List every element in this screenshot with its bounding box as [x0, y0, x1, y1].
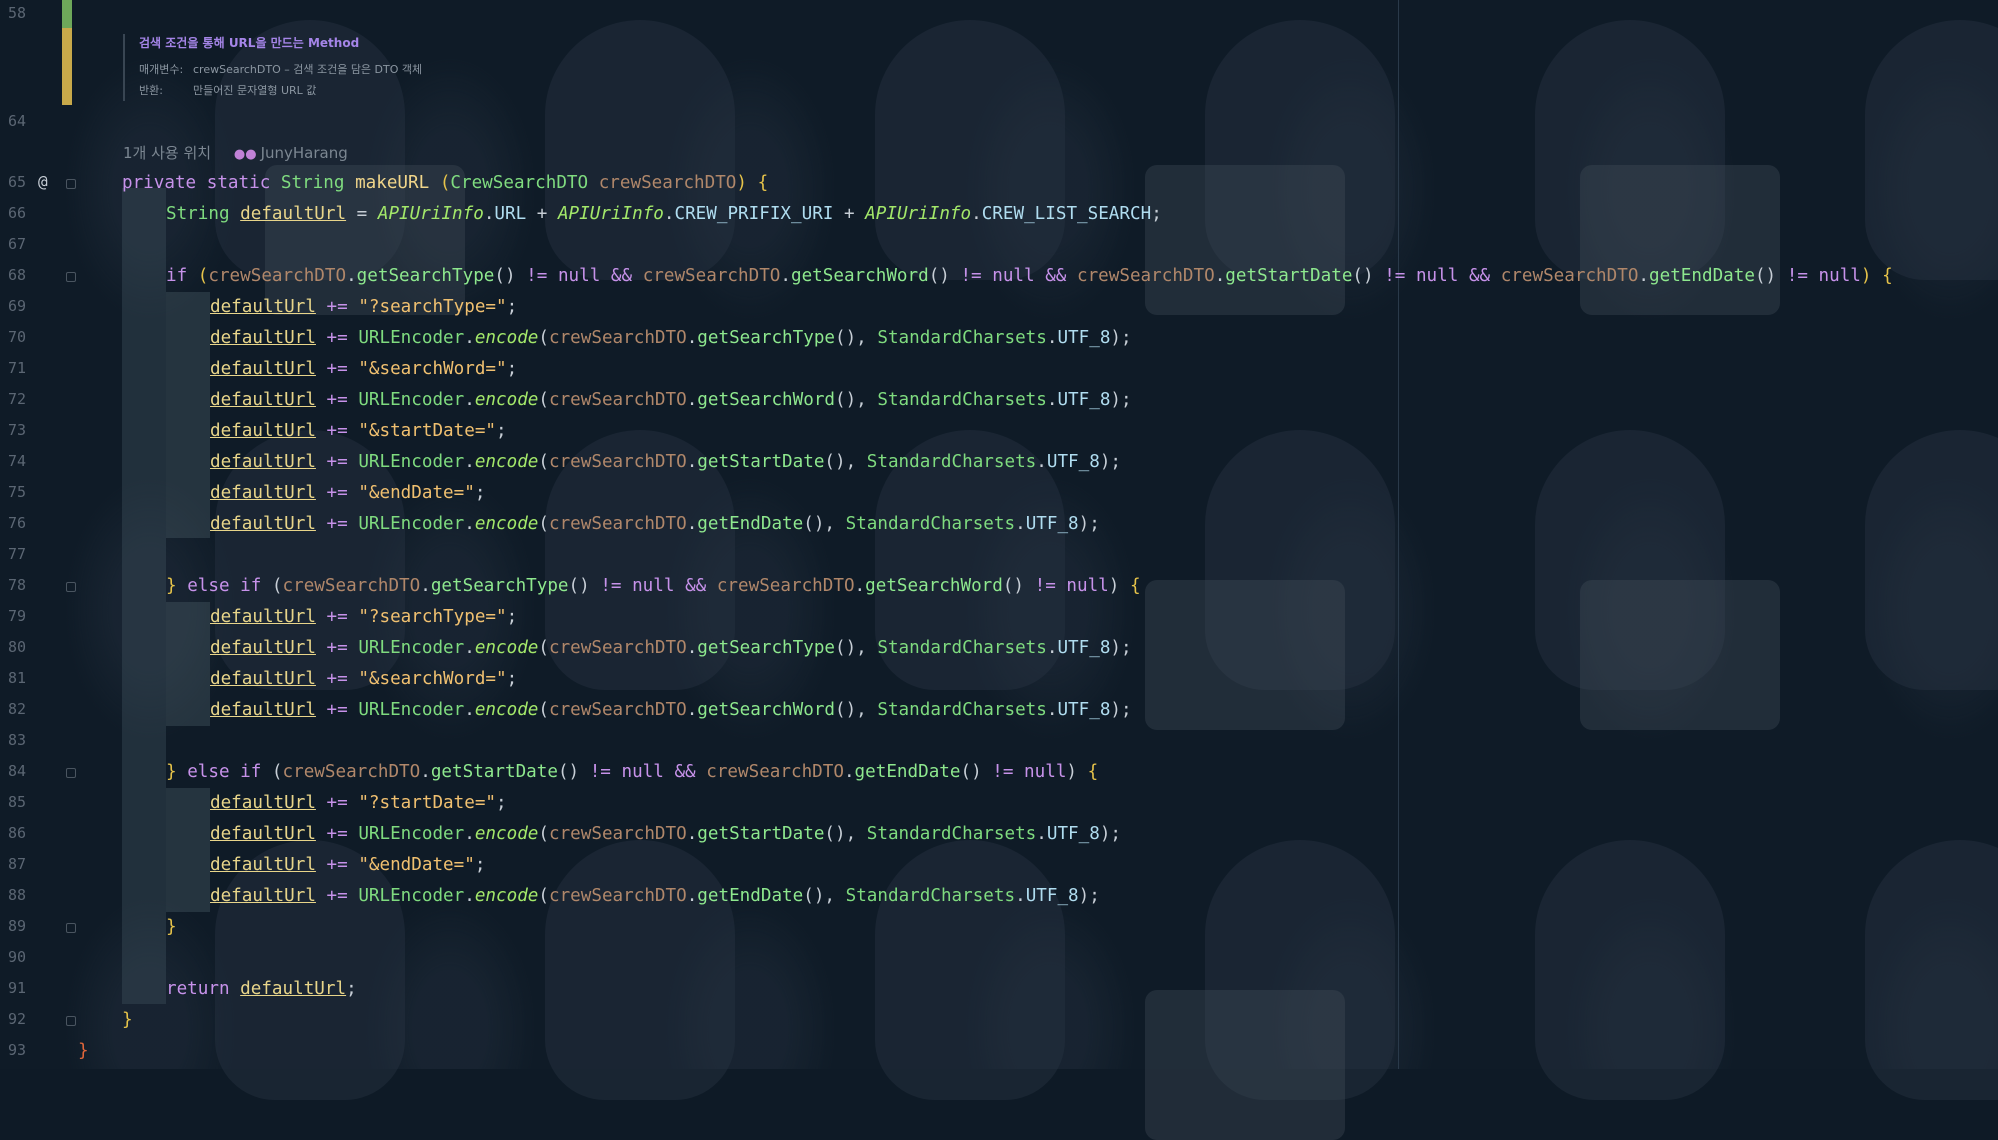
indent-guide [166, 292, 210, 538]
line-number: 80 [8, 638, 27, 656]
line-number: 73 [8, 421, 27, 439]
code-line[interactable]: } else if (crewSearchDTO.getSearchType()… [166, 571, 1141, 602]
line-number: 88 [8, 886, 27, 904]
code-line[interactable]: defaultUrl += "?searchType="; [210, 292, 517, 323]
line-number: 92 [8, 1010, 27, 1028]
code-line[interactable]: defaultUrl += "?searchType="; [210, 602, 517, 633]
code-line[interactable]: defaultUrl += "&endDate="; [210, 850, 485, 881]
javadoc-block: 검색 조건을 통해 URL을 만드는 Method 매개변수: crewSearc… [123, 34, 422, 101]
code-line[interactable]: defaultUrl += URLEncoder.encode(crewSear… [210, 447, 1121, 478]
fold-icon[interactable] [66, 179, 76, 189]
line-number: 86 [8, 824, 27, 842]
indent-guide [122, 188, 166, 1004]
line-number: 87 [8, 855, 27, 873]
fold-icon[interactable] [66, 768, 76, 778]
code-line[interactable]: defaultUrl += URLEncoder.encode(crewSear… [210, 633, 1132, 664]
code-line[interactable]: private static String makeURL (CrewSearc… [122, 168, 768, 199]
line-number: 84 [8, 762, 27, 780]
fold-icon[interactable] [66, 923, 76, 933]
line-number: 66 [8, 204, 27, 222]
line-number: 71 [8, 359, 27, 377]
users-icon: ●● [233, 147, 257, 162]
code-vision-hint[interactable]: 1개 사용 위치 ●● JunyHarang [123, 142, 348, 163]
background-wallpaper [1865, 20, 1998, 280]
line-number: 85 [8, 793, 27, 811]
line-number: 82 [8, 700, 27, 718]
line-number: 69 [8, 297, 27, 315]
fold-icon[interactable] [66, 582, 76, 592]
line-number: 67 [8, 235, 27, 253]
fold-icon[interactable] [66, 272, 76, 282]
code-line[interactable]: String defaultUrl = APIUriInfo.URL + API… [166, 199, 1162, 230]
right-margin-guide [1398, 0, 1399, 1069]
code-line[interactable]: } else if (crewSearchDTO.getStartDate() … [166, 757, 1098, 788]
code-editor: 58 64 65 66 67 68 69 70 71 72 73 74 75 7… [0, 0, 1998, 1140]
code-line[interactable]: } [166, 912, 177, 943]
code-line[interactable]: defaultUrl += "&endDate="; [210, 478, 485, 509]
author-link[interactable]: JunyHarang [261, 144, 348, 162]
doc-title: 검색 조건을 통해 URL을 만드는 Method [139, 36, 360, 50]
background-wallpaper [1865, 840, 1998, 1100]
code-line[interactable]: defaultUrl += URLEncoder.encode(crewSear… [210, 323, 1132, 354]
indent-guide [166, 602, 210, 726]
code-line[interactable]: defaultUrl += URLEncoder.encode(crewSear… [210, 509, 1100, 540]
line-number: 91 [8, 979, 27, 997]
line-number: 83 [8, 731, 27, 749]
line-number: 81 [8, 669, 27, 687]
line-number: 77 [8, 545, 27, 563]
code-line[interactable]: defaultUrl += "&startDate="; [210, 416, 507, 447]
background-wallpaper [1580, 580, 1780, 730]
background-wallpaper [545, 840, 735, 1100]
code-line[interactable]: defaultUrl += URLEncoder.encode(crewSear… [210, 385, 1132, 416]
code-line[interactable]: return defaultUrl; [166, 974, 357, 1005]
doc-return-value: 만들어진 문자열형 URL 값 [193, 84, 317, 97]
line-number: 70 [8, 328, 27, 346]
background-wallpaper [1145, 990, 1345, 1140]
fold-icon[interactable] [66, 1016, 76, 1026]
background-wallpaper [1145, 580, 1345, 730]
line-number: 79 [8, 607, 27, 625]
indent-guide [166, 788, 210, 912]
background-wallpaper [1865, 430, 1998, 690]
code-line[interactable]: defaultUrl += URLEncoder.encode(crewSear… [210, 881, 1100, 912]
background-wallpaper [1535, 840, 1725, 1100]
line-number: 75 [8, 483, 27, 501]
doc-return-key: 반환: [139, 84, 163, 97]
code-line[interactable]: defaultUrl += "&searchWord="; [210, 664, 517, 695]
line-number: 90 [8, 948, 27, 966]
line-gutter[interactable]: 58 64 65 66 67 68 69 70 71 72 73 74 75 7… [0, 0, 76, 1069]
line-number: 64 [8, 112, 27, 130]
code-line[interactable]: defaultUrl += URLEncoder.encode(crewSear… [210, 819, 1121, 850]
line-number: 74 [8, 452, 27, 470]
background-wallpaper [875, 840, 1065, 1100]
code-line[interactable]: if (crewSearchDTO.getSearchType() != nul… [166, 261, 1893, 292]
line-number: 58 [8, 4, 27, 22]
code-line[interactable]: defaultUrl += URLEncoder.encode(crewSear… [210, 695, 1132, 726]
background-wallpaper [875, 20, 1065, 280]
code-line[interactable]: } [122, 1005, 133, 1036]
code-line[interactable]: defaultUrl += "&searchWord="; [210, 354, 517, 385]
override-icon[interactable]: @ [38, 172, 48, 191]
line-number: 65 [8, 173, 27, 191]
doc-param-value: crewSearchDTO – 검색 조건을 담은 DTO 객체 [193, 63, 423, 76]
line-number: 68 [8, 266, 27, 284]
line-number: 93 [8, 1041, 27, 1059]
line-number: 76 [8, 514, 27, 532]
line-number: 78 [8, 576, 27, 594]
line-number: 89 [8, 917, 27, 935]
doc-param-key: 매개변수: [139, 63, 184, 76]
line-number: 72 [8, 390, 27, 408]
usages-link[interactable]: 1개 사용 위치 [123, 144, 211, 162]
vcs-added-marker[interactable] [62, 0, 72, 28]
background-wallpaper [1145, 165, 1345, 315]
background-wallpaper [1580, 165, 1780, 315]
background-wallpaper [545, 20, 735, 280]
code-line[interactable]: } [78, 1036, 89, 1067]
code-line[interactable]: defaultUrl += "?startDate="; [210, 788, 507, 819]
